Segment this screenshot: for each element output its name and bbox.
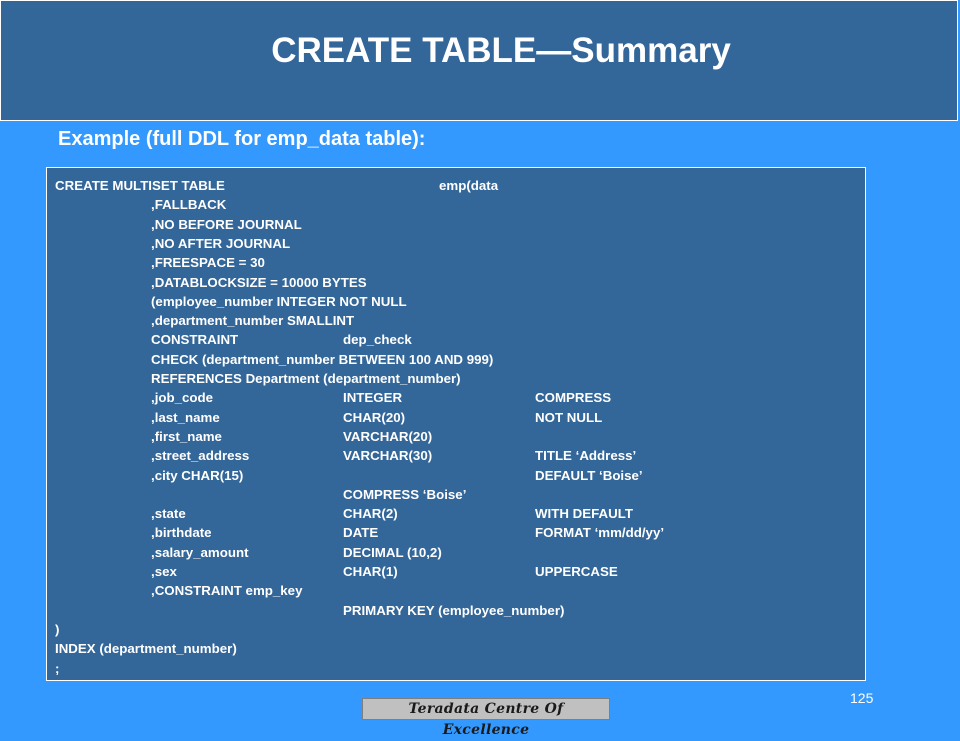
code-token: ,city CHAR(15) xyxy=(151,467,244,483)
code-token: ,job_code xyxy=(151,390,214,406)
slide-title: CREATE TABLE—Summary xyxy=(271,31,731,70)
code-token: INDEX (department_number) xyxy=(55,641,237,657)
code-token: CHAR(1) xyxy=(343,564,398,579)
footer-badge: Teradata Centre Of Excellence xyxy=(362,698,610,738)
code-token: TITLE ‘Address’ xyxy=(535,448,637,464)
code-token: CHAR(2) xyxy=(343,506,398,522)
code-token: ,birthdate xyxy=(151,525,212,541)
code-token: ,first_name xyxy=(151,428,222,444)
code-token: ,NO BEFORE JOURNAL xyxy=(151,216,302,232)
code-token: emp(data xyxy=(439,178,499,193)
code-token: INTEGER xyxy=(343,390,403,406)
code-token: COMPRESS ‘Boise’ xyxy=(343,486,467,502)
code-token: DEFAULT ‘Boise’ xyxy=(535,467,643,483)
code-token: CONSTRAINT xyxy=(151,332,239,348)
code-token: UPPERCASE xyxy=(535,564,618,579)
code-token: ,NO AFTER JOURNAL xyxy=(151,235,291,251)
code-token: ,DATABLOCKSIZE = 10000 BYTES xyxy=(151,274,367,290)
code-token: (employee_number INTEGER NOT NULL xyxy=(151,293,407,309)
code-token: ,FREESPACE = 30 xyxy=(151,255,265,271)
code-token: dep_check xyxy=(343,332,412,348)
code-token: DATE xyxy=(343,525,379,541)
code-token: ,department_number SMALLINT xyxy=(151,313,355,329)
code-token: CREATE MULTISET TABLE xyxy=(55,178,225,193)
code-token: ,street_address xyxy=(151,448,250,464)
code-token: ; xyxy=(55,660,60,676)
title-bar: CREATE TABLE—Summary xyxy=(0,0,958,121)
code-token: NOT NULL xyxy=(535,409,603,425)
code-token: ,CONSTRAINT emp_key xyxy=(151,583,303,599)
code-token: PRIMARY KEY (employee_number) xyxy=(343,602,565,618)
code-token: ,last_name xyxy=(151,409,220,425)
ddl-code-block: CREATE MULTISET TABLE emp(data ,FALLBACK ,N… xyxy=(46,167,866,681)
code-token: ,state xyxy=(151,506,186,522)
code-token: ,FALLBACK xyxy=(151,197,227,213)
code-token: DECIMAL (10,2) xyxy=(343,544,442,560)
slide-subtitle: Example (full DDL for emp_data table): xyxy=(58,128,426,150)
code-token: CHAR(20) xyxy=(343,409,406,425)
code-token: FORMAT ‘mm/dd/yy’ xyxy=(535,525,665,541)
page-number: 125 xyxy=(850,690,874,706)
code-token: ,sex xyxy=(151,564,177,579)
code-token: VARCHAR(30) xyxy=(343,448,433,464)
code-token: COMPRESS xyxy=(535,390,612,406)
code-token: CHECK (department_number BETWEEN 100 AND… xyxy=(151,351,494,367)
code-token: REFERENCES Department (department_number… xyxy=(151,371,461,386)
code-token: ) xyxy=(55,621,60,637)
code-token: VARCHAR(20) xyxy=(343,428,433,444)
code-token: ,salary_amount xyxy=(151,544,249,560)
code-token: WITH DEFAULT xyxy=(535,506,633,522)
